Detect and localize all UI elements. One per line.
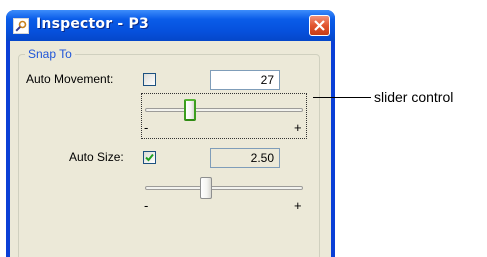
window-title: Inspector - P3 bbox=[36, 16, 149, 32]
page: Inspector - P3 Snap To Auto Movement: 27… bbox=[0, 0, 487, 257]
auto-movement-slider-thumb[interactable] bbox=[184, 99, 197, 121]
auto-movement-checkbox[interactable] bbox=[143, 73, 156, 86]
title-bar[interactable]: Inspector - P3 bbox=[6, 10, 335, 41]
auto-size-slider-thumb[interactable] bbox=[200, 177, 213, 199]
slider-focus-rect bbox=[141, 93, 307, 139]
auto-size-label: Auto Size: bbox=[69, 150, 124, 164]
auto-size-checkbox[interactable] bbox=[143, 151, 156, 164]
close-button[interactable] bbox=[309, 15, 330, 36]
snap-to-legend: Snap To bbox=[25, 47, 75, 61]
snap-to-groupbox: Snap To Auto Movement: 27 - + Auto Size:… bbox=[18, 47, 320, 257]
close-icon bbox=[314, 20, 325, 31]
auto-movement-max-label: + bbox=[294, 120, 302, 135]
auto-size-min-label: - bbox=[144, 198, 149, 213]
window-client-area: Snap To Auto Movement: 27 - + Auto Size:… bbox=[10, 41, 331, 257]
checkmark-icon bbox=[145, 153, 154, 162]
callout-label: slider control bbox=[374, 89, 454, 105]
auto-size-max-label: + bbox=[294, 198, 302, 213]
auto-size-value-field: 2.50 bbox=[210, 148, 280, 168]
auto-size-slider-track[interactable] bbox=[145, 186, 303, 190]
inspector-window: Inspector - P3 Snap To Auto Movement: 27… bbox=[6, 10, 335, 257]
auto-movement-label: Auto Movement: bbox=[26, 72, 114, 86]
inspector-icon bbox=[13, 18, 29, 34]
auto-movement-value-field[interactable]: 27 bbox=[210, 70, 280, 90]
auto-movement-min-label: - bbox=[144, 120, 149, 135]
auto-movement-slider-track[interactable] bbox=[145, 108, 303, 112]
callout-line bbox=[313, 97, 371, 98]
